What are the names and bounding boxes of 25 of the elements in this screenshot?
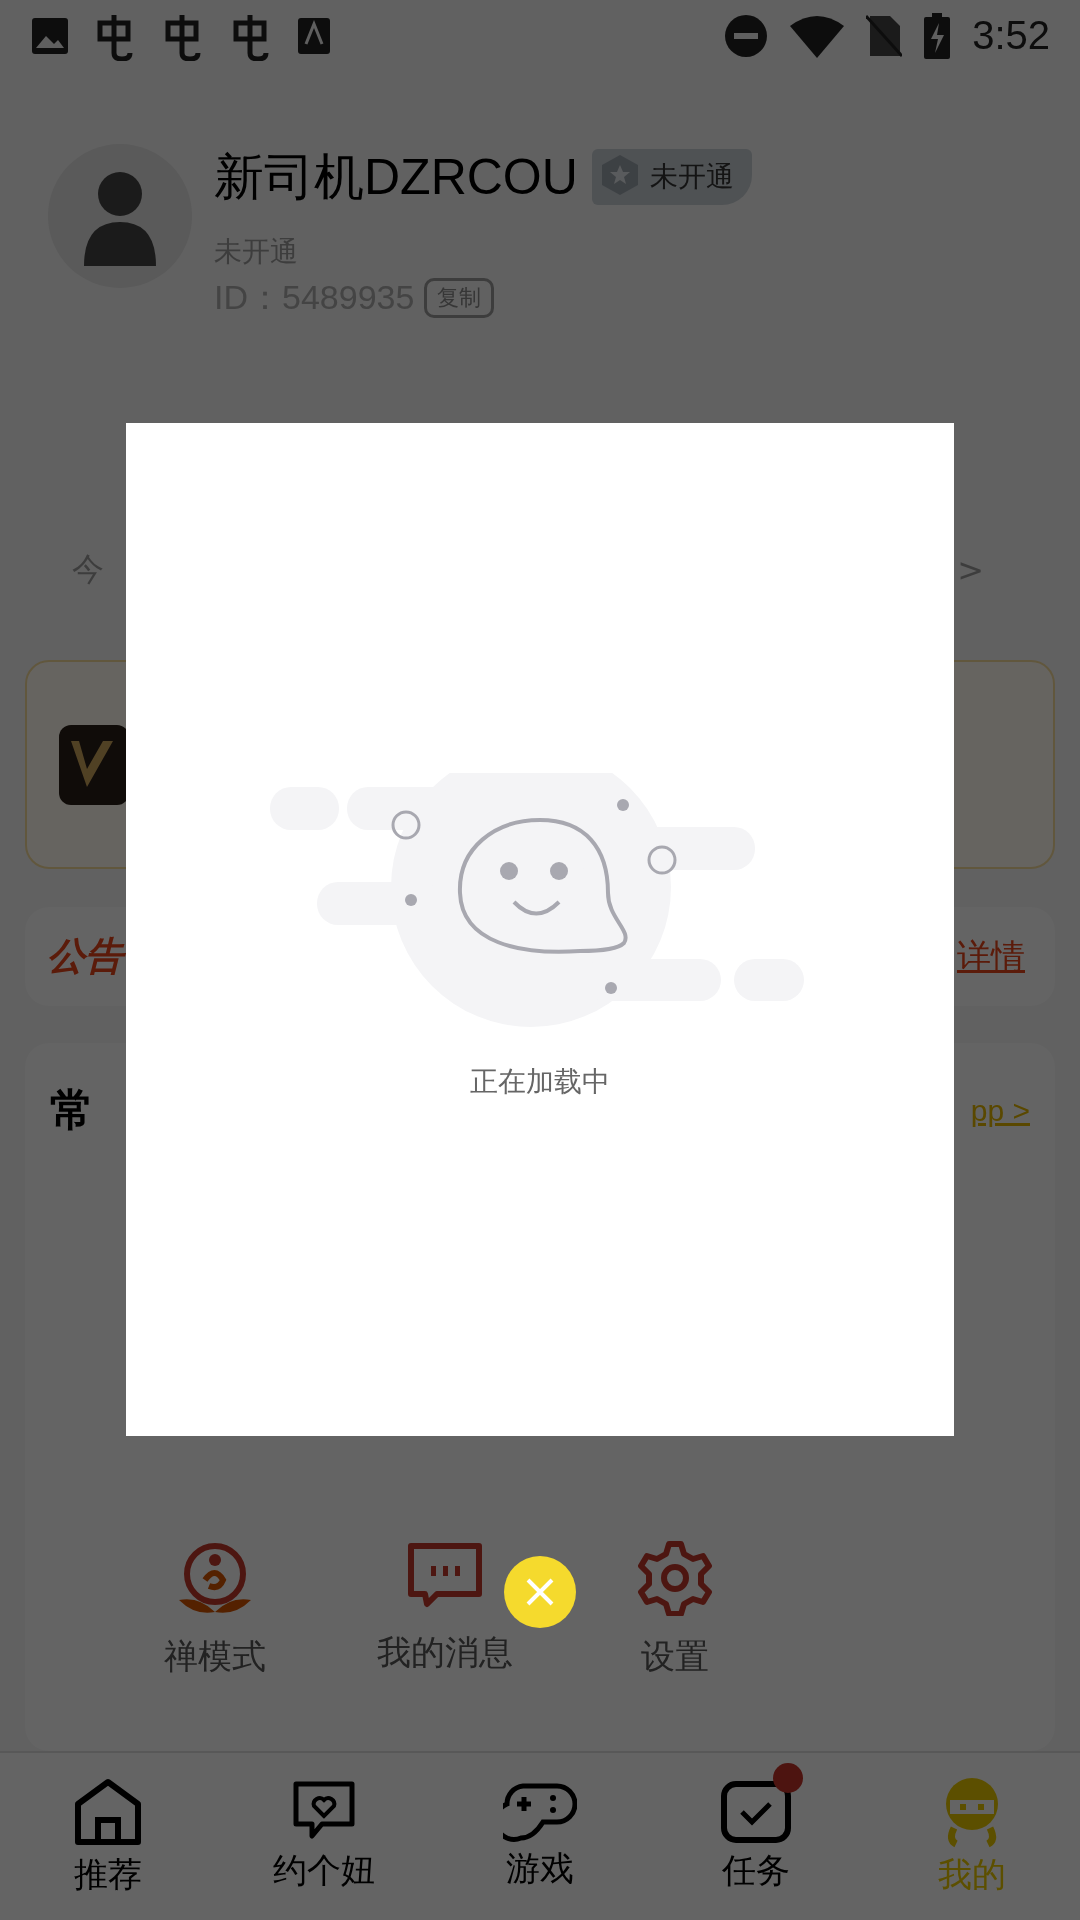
- settings-icon: [635, 1540, 715, 1617]
- check-icon: [720, 1779, 792, 1844]
- app-link[interactable]: pp >: [970, 1093, 1030, 1128]
- details-link[interactable]: 详情: [957, 933, 1025, 980]
- image-icon: [30, 15, 70, 56]
- loading-text: 正在加载中: [470, 1064, 610, 1100]
- do-not-disturb-icon: [724, 13, 769, 58]
- nav-tab[interactable]: 约个妞: [216, 1753, 432, 1920]
- vip-icon: [59, 724, 129, 805]
- gamepad-icon: [503, 1781, 577, 1842]
- status-time: 3:52: [972, 13, 1050, 59]
- nav-tab[interactable]: 游戏: [432, 1753, 648, 1920]
- nav-tab[interactable]: 我的: [864, 1753, 1080, 1920]
- close-icon: [525, 1577, 555, 1607]
- tool-item[interactable]: 禅模式: [100, 1540, 330, 1681]
- no-sim-icon: [866, 13, 903, 58]
- battery-charging-icon: [924, 12, 951, 59]
- section-title: 常: [50, 1083, 94, 1138]
- keyboard-icon: [296, 15, 332, 56]
- nav-tab[interactable]: 推荐: [0, 1753, 216, 1920]
- nav-tab[interactable]: 任务: [648, 1753, 864, 1920]
- wifi-icon: [790, 13, 845, 58]
- chevron-text[interactable]: >: [957, 551, 984, 590]
- badge-text: 未开通: [649, 159, 734, 196]
- user-name: 新司机DZRCOU: [214, 147, 578, 207]
